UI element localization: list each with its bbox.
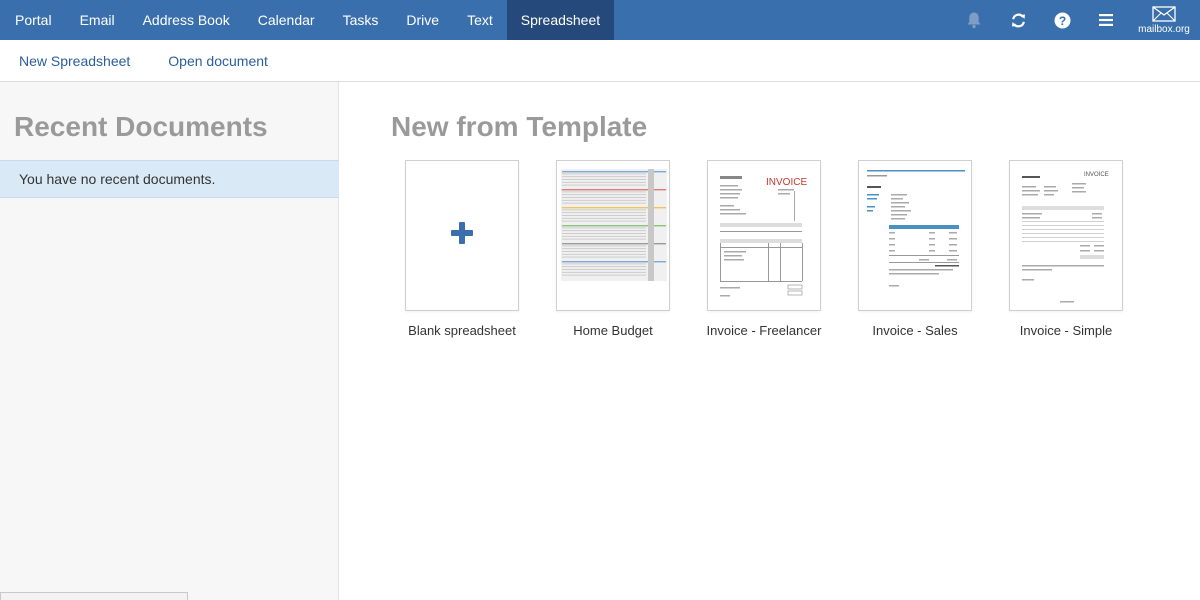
invoice-simple-preview-image: INVOICE	[1022, 172, 1109, 303]
template-invoice-simple[interactable]: INVOICE Invoice - Simple	[996, 160, 1136, 338]
logo-text: mailbox.org	[1138, 24, 1190, 35]
template-thumbnail[interactable]	[858, 160, 972, 311]
budget-row-line	[562, 181, 646, 183]
template-label: Invoice - Sales	[872, 323, 958, 338]
budget-row-line	[562, 173, 646, 175]
budget-row-line	[562, 215, 646, 216]
template-invoice-freelancer[interactable]: INVOICE Invoice - Freelancer	[694, 160, 834, 338]
budget-row-line	[562, 197, 646, 198]
budget-row-line	[562, 176, 646, 178]
budget-row-line	[562, 220, 646, 222]
budget-row-line	[562, 199, 646, 201]
budget-row-line	[562, 271, 646, 273]
budget-row-line	[562, 256, 646, 258]
mailbox-envelope-icon	[1152, 6, 1176, 22]
budget-row-line	[562, 194, 646, 196]
invoice-sales-preview-image	[867, 170, 965, 287]
budget-row-line	[562, 212, 646, 214]
budget-row-line	[562, 274, 646, 276]
open-document-link[interactable]: Open document	[168, 53, 268, 69]
template-label: Invoice - Simple	[1019, 323, 1113, 338]
budget-row-line	[562, 263, 646, 265]
template-home-budget[interactable]: Home Budget	[543, 160, 683, 338]
nav-drive[interactable]: Drive	[392, 0, 453, 40]
svg-text:?: ?	[1058, 13, 1065, 27]
budget-row-line	[562, 184, 646, 186]
no-recent-message: You have no recent documents.	[0, 160, 339, 198]
budget-row-line	[562, 238, 646, 240]
top-navigation: Portal Email Address Book Calendar Tasks…	[0, 0, 1200, 40]
invoice-heading: INVOICE	[766, 177, 807, 188]
recent-documents-panel: Recent Documents You have no recent docu…	[0, 82, 339, 600]
recent-documents-title: Recent Documents	[14, 111, 268, 142]
refresh-icon[interactable]	[996, 0, 1040, 40]
budget-row-line	[562, 209, 646, 211]
budget-row-line	[562, 227, 646, 229]
budget-row-line	[562, 245, 646, 247]
menu-icon[interactable]	[1084, 0, 1128, 40]
template-label: Invoice - Freelancer	[706, 323, 822, 338]
bell-icon[interactable]	[952, 0, 996, 40]
template-label: Home Budget	[573, 323, 653, 338]
template-thumbnail[interactable]: INVOICE	[707, 160, 821, 311]
nav-portal[interactable]: Portal	[0, 0, 66, 40]
budget-row-line	[562, 179, 646, 180]
help-icon[interactable]: ?	[1040, 0, 1084, 40]
invoice-heading: INVOICE	[1084, 172, 1109, 178]
document-toolbar: New Spreadsheet Open document	[0, 40, 1200, 82]
budget-row-line	[562, 217, 646, 219]
budget-row-line	[562, 191, 646, 193]
budget-row-line	[562, 251, 646, 252]
template-thumbnail[interactable]	[556, 160, 670, 311]
plus-icon	[451, 222, 473, 244]
new-spreadsheet-link[interactable]: New Spreadsheet	[19, 53, 130, 69]
nav-spreadsheet[interactable]: Spreadsheet	[506, 0, 615, 40]
budget-row-line	[562, 266, 646, 268]
nav-address-book[interactable]: Address Book	[129, 0, 244, 40]
budget-row-line	[562, 230, 646, 232]
nav-tasks[interactable]: Tasks	[329, 0, 393, 40]
nav-email[interactable]: Email	[66, 0, 129, 40]
nav-text[interactable]: Text	[453, 0, 507, 40]
budget-row-line	[562, 248, 646, 250]
budget-row-line	[562, 253, 646, 255]
invoice-freelancer-preview-image: INVOICE	[720, 176, 807, 297]
template-thumbnail[interactable]	[405, 160, 519, 311]
template-blank-spreadsheet[interactable]: Blank spreadsheet	[392, 160, 532, 338]
templates-title: New from Template	[391, 111, 648, 142]
topbar-actions: ? mailbox.org	[952, 0, 1200, 40]
budget-row-line	[562, 202, 646, 204]
status-bar	[0, 592, 188, 600]
budget-row-line	[562, 233, 646, 234]
template-thumbnail[interactable]: INVOICE	[1009, 160, 1123, 311]
budget-row-line	[562, 269, 646, 270]
template-invoice-sales[interactable]: Invoice - Sales	[845, 160, 985, 338]
template-label: Blank spreadsheet	[408, 323, 516, 338]
nav-calendar[interactable]: Calendar	[244, 0, 329, 40]
budget-row-line	[562, 235, 646, 237]
budget-preview-image	[557, 161, 669, 310]
mailbox-logo[interactable]: mailbox.org	[1128, 0, 1200, 40]
